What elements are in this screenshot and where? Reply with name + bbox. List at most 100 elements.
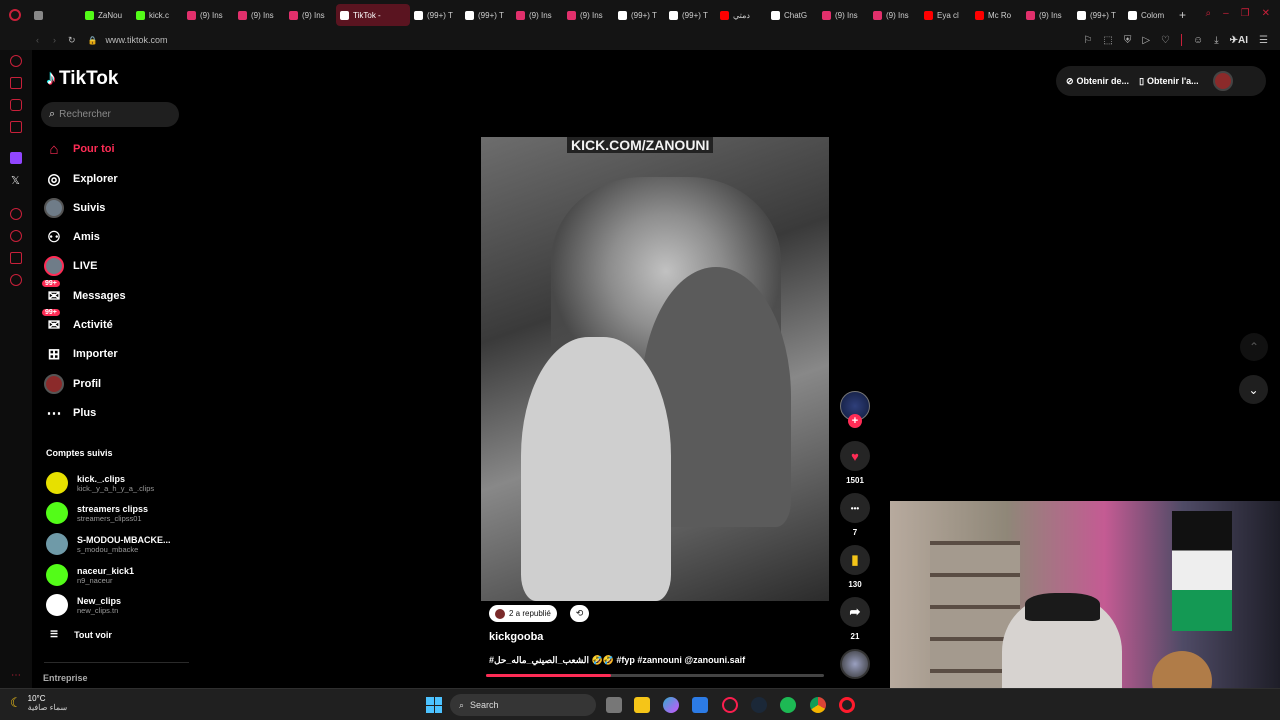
comment-icon[interactable]: ••• — [840, 493, 870, 523]
more-sidebar-icon[interactable]: ⋯ — [11, 670, 21, 681]
settings-icon[interactable] — [10, 274, 22, 286]
close-window-icon[interactable]: ✕ — [1262, 8, 1270, 19]
heart-outline-icon[interactable]: ♡ — [1161, 35, 1170, 46]
browser-tab[interactable]: (9) Ins — [512, 4, 563, 26]
followed-account-item[interactable]: streamers clipss streamers_clipss01 — [46, 502, 148, 524]
crypto-wallet-icon[interactable] — [10, 77, 22, 89]
browser-tab[interactable]: (99+) T — [665, 4, 716, 26]
sound-disc[interactable] — [840, 649, 870, 679]
shield-icon[interactable]: ⛨ — [1124, 35, 1132, 46]
back-icon[interactable]: ‹ — [36, 35, 39, 45]
next-video-button[interactable]: ⌄ — [1239, 375, 1268, 404]
browser-tab[interactable]: (99+) T — [410, 4, 461, 26]
nav-item-amis[interactable]: ⚇ Amis — [44, 226, 100, 248]
spotify-icon[interactable] — [780, 697, 796, 713]
reload-icon[interactable]: ↻ — [68, 35, 76, 46]
video-player[interactable]: KICK.COM/ZANOUNI — [481, 137, 829, 601]
nav-item-pourtoi[interactable]: ⌂ Pour toi — [44, 138, 114, 160]
nav-item-messages[interactable]: ✉ 99+ Messages — [42, 280, 126, 307]
nav-item-activit[interactable]: ✉ 99+ Activité — [42, 309, 113, 336]
get-app-button[interactable]: ▯ Obtenir l'a... — [1139, 76, 1199, 87]
player-icon[interactable]: ▷ — [1142, 35, 1150, 46]
browser-tab[interactable]: (99+) T — [461, 4, 512, 26]
bookmark-page-icon[interactable]: ⚐ — [1083, 35, 1092, 46]
browser-tab[interactable]: ChatG — [767, 4, 818, 26]
share-action[interactable]: ➦ 21 — [840, 597, 870, 641]
search-input[interactable]: ⌕ Rechercher — [41, 102, 179, 127]
download-icon[interactable]: ⤓ — [1214, 35, 1218, 46]
browser-tab[interactable]: (9) Ins — [1022, 4, 1073, 26]
browser-tab[interactable]: (9) Ins — [818, 4, 869, 26]
pinboard-icon[interactable] — [10, 252, 22, 264]
nav-item-plus[interactable]: ⋯ Plus — [44, 402, 97, 424]
minimize-icon[interactable]: – — [1223, 8, 1229, 19]
chrome-icon[interactable] — [810, 697, 826, 713]
nav-item-suivis[interactable]: Suivis — [44, 197, 105, 219]
heart-action[interactable]: ♥ 1501 — [840, 441, 870, 485]
aria-ai-button[interactable]: ✈AI — [1230, 35, 1248, 46]
start-button[interactable] — [426, 697, 442, 713]
history-icon[interactable] — [10, 230, 22, 242]
enterprise-link[interactable]: Entreprise — [43, 673, 88, 683]
follow-plus-button[interactable]: + — [848, 414, 862, 428]
player-sidebar-icon[interactable] — [10, 208, 22, 220]
previous-video-button[interactable]: ⌃ — [1240, 333, 1268, 361]
browser-tab[interactable]: kick.c — [132, 4, 183, 26]
copilot-icon[interactable] — [663, 697, 679, 713]
news-icon[interactable] — [10, 121, 22, 133]
aria-icon[interactable] — [10, 55, 22, 67]
followed-account-item[interactable]: New_clips new_clips.tn — [46, 594, 121, 616]
store-icon[interactable] — [692, 697, 708, 713]
url-field[interactable]: www.tiktok.com — [106, 35, 168, 45]
account-icon[interactable]: ☺ — [1193, 35, 1203, 46]
browser-tab[interactable]: (9) Ins — [285, 4, 336, 26]
task-view-icon[interactable] — [606, 697, 622, 713]
opera-icon[interactable] — [839, 697, 855, 713]
video-author[interactable]: kickgooba — [489, 631, 543, 643]
weather-widget[interactable]: ☾ 10°C سماء صافية — [10, 694, 67, 712]
nav-item-profil[interactable]: Profil — [44, 373, 101, 395]
snapshot-icon[interactable]: ⬚ — [1103, 35, 1112, 46]
tiktok-logo[interactable]: ♪ TikTok — [46, 67, 118, 90]
forward-icon[interactable]: › — [53, 35, 56, 45]
browser-tab[interactable]: Eya cl — [920, 4, 971, 26]
taskbar-search[interactable]: ⌕ Search — [450, 694, 596, 716]
x-twitter-icon[interactable]: 𝕏 — [11, 174, 20, 187]
nav-item-importer[interactable]: ⊞ Importer — [44, 343, 118, 365]
easy-setup-icon[interactable]: ☰ — [1259, 35, 1268, 46]
browser-tab[interactable]: TikTok - — [336, 4, 410, 26]
repost-badge[interactable]: 2 a republié — [489, 605, 557, 622]
browser-tab[interactable]: Colom — [1124, 4, 1175, 26]
repost-button[interactable]: ⟲ — [570, 605, 589, 622]
twitch-icon[interactable] — [10, 152, 22, 164]
maximize-icon[interactable]: ❐ — [1241, 8, 1250, 19]
comment-action[interactable]: ••• 7 — [840, 493, 870, 537]
browser-tab[interactable] — [30, 4, 81, 26]
get-coins-button[interactable]: ⊘ Obtenir de... — [1066, 76, 1129, 87]
browser-tab[interactable]: Mc Ro — [971, 4, 1022, 26]
browser-tab[interactable]: دمتي — [716, 4, 767, 26]
messenger-icon[interactable] — [10, 99, 22, 111]
browser-tab[interactable]: (9) Ins — [869, 4, 920, 26]
see-all-link[interactable]: ☰ Tout voir — [50, 629, 112, 640]
browser-tab[interactable]: ZaNou — [81, 4, 132, 26]
video-progress-bar[interactable] — [486, 674, 824, 677]
opera-menu-icon[interactable] — [0, 0, 30, 30]
file-explorer-icon[interactable] — [634, 697, 650, 713]
heart-icon[interactable]: ♥ — [840, 441, 870, 471]
opera-gx-icon[interactable] — [722, 697, 738, 713]
browser-tab[interactable]: (99+) T — [614, 4, 665, 26]
browser-tab[interactable]: (9) Ins — [563, 4, 614, 26]
nav-item-explorer[interactable]: ◎ Explorer — [44, 168, 117, 190]
followed-account-item[interactable]: naceur_kick1 n9_naceur — [46, 564, 134, 586]
steam-icon[interactable] — [751, 697, 767, 713]
followed-account-item[interactable]: S-MODOU-MBACKE... s_modou_mbacke — [46, 533, 171, 555]
new-tab-button[interactable]: + — [1179, 8, 1186, 22]
user-avatar[interactable] — [1212, 71, 1233, 91]
followed-account-item[interactable]: kick._.clips kick._y_a_h_y_a_.clips — [46, 472, 154, 494]
browser-tab[interactable]: (9) Ins — [183, 4, 234, 26]
bookmark-action[interactable]: ▮ 130 — [840, 545, 870, 589]
search-tabs-icon[interactable]: ⌕ — [1205, 8, 1211, 19]
browser-tab[interactable]: (9) Ins — [234, 4, 285, 26]
share-icon[interactable]: ➦ — [840, 597, 870, 627]
